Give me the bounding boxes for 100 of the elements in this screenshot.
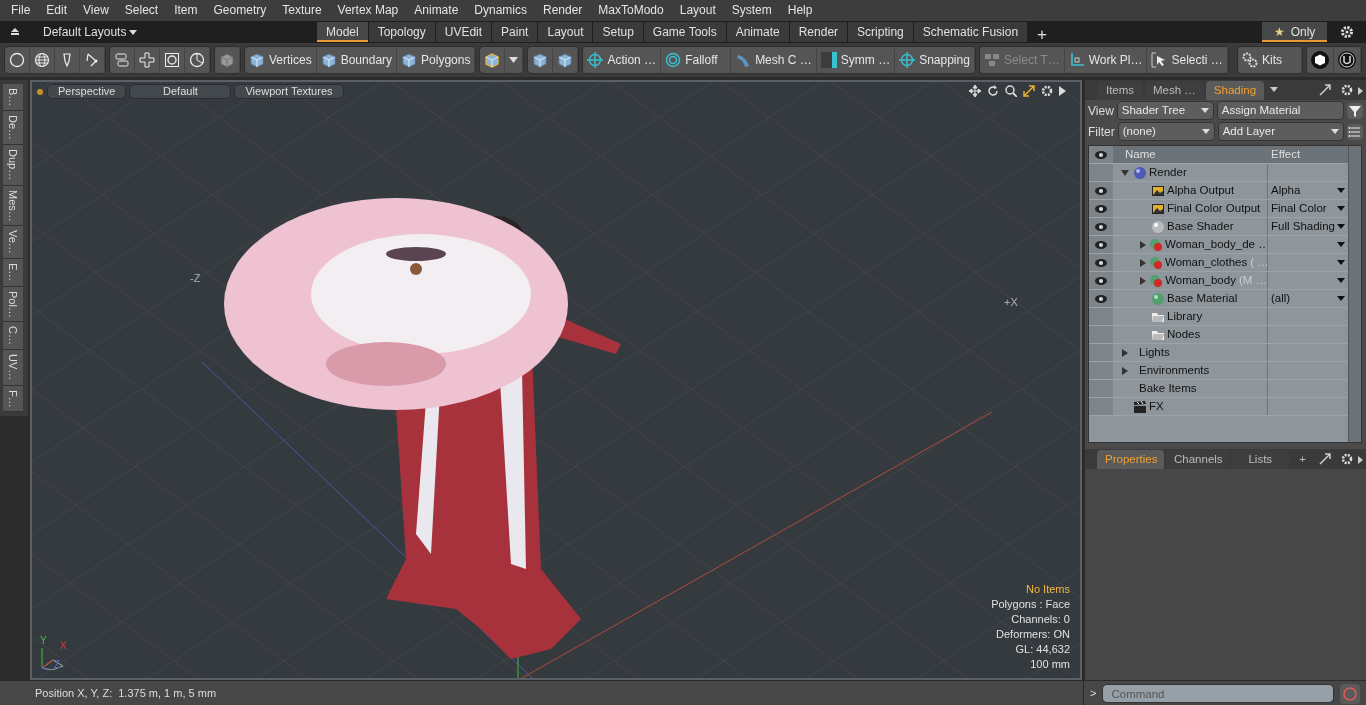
side-tab[interactable]: Ve… xyxy=(3,226,23,260)
tree-row[interactable]: Final Color Output Final Color xyxy=(1089,200,1348,218)
tool-button[interactable]: Polygons xyxy=(397,47,476,73)
eye-icon[interactable] xyxy=(1095,150,1107,159)
tree-row[interactable]: Woman_body_de … xyxy=(1089,236,1348,254)
collapsed-arrow-icon[interactable] xyxy=(1121,366,1129,375)
tool-button[interactable]: Selecti … xyxy=(1147,47,1228,73)
panel-tab[interactable]: Channels xyxy=(1166,450,1230,469)
tree-row[interactable]: Library xyxy=(1089,308,1348,326)
up-arrow-icon[interactable] xyxy=(10,27,20,37)
caret-icon[interactable] xyxy=(1337,206,1345,211)
settings-icon[interactable] xyxy=(1340,25,1354,39)
play-icon[interactable] xyxy=(1059,86,1066,96)
menu-item[interactable]: Select xyxy=(116,0,167,21)
add-tab-button[interactable]: + xyxy=(1028,22,1058,42)
dropdown-field[interactable]: Add Layer xyxy=(1217,122,1344,141)
play-icon[interactable] xyxy=(1358,87,1363,95)
side-tab[interactable]: Mes… xyxy=(3,185,23,227)
layout-tab[interactable]: Topology xyxy=(368,22,436,42)
tool-button[interactable]: Symm … xyxy=(816,47,896,73)
expand-icon[interactable] xyxy=(1319,84,1331,96)
menu-item[interactable]: Dynamics xyxy=(466,0,535,21)
settings-icon[interactable] xyxy=(1041,85,1053,97)
tree-row[interactable]: Nodes xyxy=(1089,326,1348,344)
menu-item[interactable]: View xyxy=(75,0,117,21)
move-icon[interactable] xyxy=(969,85,981,97)
panel-tab[interactable]: Items xyxy=(1097,81,1143,100)
caret-icon[interactable] xyxy=(1337,188,1345,193)
search-icon[interactable] xyxy=(1005,85,1017,97)
dropdown-field[interactable]: Assign Material xyxy=(1216,101,1344,120)
collapsed-arrow-icon[interactable] xyxy=(1121,348,1129,357)
tree-row[interactable]: Bake Items xyxy=(1089,380,1348,398)
menu-item[interactable]: Vertex Map xyxy=(329,0,407,21)
eye-icon[interactable] xyxy=(1095,294,1107,303)
eye-icon[interactable] xyxy=(1095,204,1107,213)
play-icon[interactable] xyxy=(1358,456,1363,464)
tree-row[interactable]: FX xyxy=(1089,398,1348,416)
layout-tab[interactable]: Render xyxy=(789,22,849,42)
caret-icon[interactable] xyxy=(1337,242,1345,247)
tree-row[interactable]: Woman_body (M … xyxy=(1089,272,1348,290)
menu-item[interactable]: File xyxy=(3,0,39,21)
tree-row[interactable]: Lights xyxy=(1089,344,1348,362)
viewport-menu-button[interactable]: Default xyxy=(129,84,232,99)
tree-row[interactable]: Base Shader Full Shading xyxy=(1089,218,1348,236)
layout-tab[interactable]: Setup xyxy=(593,22,644,42)
menu-item[interactable]: Animate xyxy=(406,0,467,21)
menu-item[interactable]: System xyxy=(723,0,780,21)
menu-item[interactable]: MaxToModo xyxy=(590,0,672,21)
side-tab[interactable]: F… xyxy=(3,385,23,413)
panel-tab[interactable]: Mesh … xyxy=(1145,81,1204,100)
menu-item[interactable]: Edit xyxy=(38,0,76,21)
side-tab[interactable]: De… xyxy=(3,111,23,146)
settings-icon[interactable] xyxy=(1341,453,1353,465)
rotate-icon[interactable] xyxy=(987,85,999,97)
eye-icon[interactable] xyxy=(1095,240,1107,249)
tool-button[interactable]: Action … xyxy=(583,47,662,73)
layout-tab[interactable]: Paint xyxy=(492,22,539,42)
viewport[interactable]: Perspective Default Viewport Textures -Z +X Y X Z No Items Polygons : Face Channels: 0 Deformers: ON GL: 44,632 100 mm xyxy=(30,80,1082,680)
tree-row[interactable]: Alpha Output Alpha xyxy=(1089,182,1348,200)
eye-icon[interactable] xyxy=(1095,258,1107,267)
expanded-arrow-icon[interactable] xyxy=(1121,168,1129,177)
list-options-icon[interactable] xyxy=(1347,123,1363,140)
tool-button[interactable]: Kits xyxy=(1238,47,1302,73)
command-field[interactable]: Command xyxy=(1102,684,1334,703)
only-toggle[interactable]: ★ Only xyxy=(1262,22,1328,42)
collapsed-arrow-icon[interactable] xyxy=(1139,258,1147,267)
tree-row[interactable]: Render xyxy=(1089,164,1348,182)
record-icon[interactable] xyxy=(1340,683,1360,704)
eye-icon[interactable] xyxy=(1095,186,1107,195)
side-tab[interactable]: Pol… xyxy=(3,286,23,323)
viewport-menu-button[interactable]: Perspective xyxy=(47,84,127,99)
layout-tab[interactable]: Schematic Fusion xyxy=(913,22,1029,42)
expand-icon[interactable] xyxy=(1023,85,1035,97)
eye-icon[interactable] xyxy=(1095,276,1107,285)
filter-icon[interactable] xyxy=(1347,102,1363,119)
layout-tab[interactable]: Model xyxy=(317,22,369,42)
side-tab[interactable]: C… xyxy=(3,322,23,351)
menu-item[interactable]: Layout xyxy=(671,0,724,21)
add-tab-button[interactable]: + xyxy=(1291,450,1314,469)
side-tab[interactable]: UV… xyxy=(3,350,23,386)
caret-icon[interactable] xyxy=(1337,278,1345,283)
dropdown-field[interactable]: (none) xyxy=(1117,122,1215,141)
menu-item[interactable]: Geometry xyxy=(205,0,275,21)
tool-button[interactable]: Falloff xyxy=(661,47,732,73)
caret-icon[interactable] xyxy=(1270,87,1279,92)
panel-tab[interactable]: Shading xyxy=(1205,81,1265,100)
viewport-menu-button[interactable]: Viewport Textures xyxy=(234,84,344,99)
layout-tab[interactable]: UVEdit xyxy=(435,22,493,42)
menu-item[interactable]: Texture xyxy=(274,0,330,21)
tool-button[interactable]: Vertices xyxy=(245,47,317,73)
dropdown-field[interactable]: Shader Tree xyxy=(1116,101,1214,120)
caret-icon[interactable] xyxy=(1337,224,1345,229)
panel-tab[interactable]: Properties xyxy=(1097,450,1164,469)
tool-button[interactable]: Boundary xyxy=(316,47,398,73)
tool-button[interactable]: Mesh C … xyxy=(731,47,817,73)
tool-button[interactable]: Snapping xyxy=(895,47,975,73)
caret-icon[interactable] xyxy=(1337,296,1345,301)
expand-icon[interactable] xyxy=(1319,453,1331,465)
layout-tab[interactable]: Animate xyxy=(726,22,790,42)
tree-row[interactable]: Base Material (all) xyxy=(1089,290,1348,308)
